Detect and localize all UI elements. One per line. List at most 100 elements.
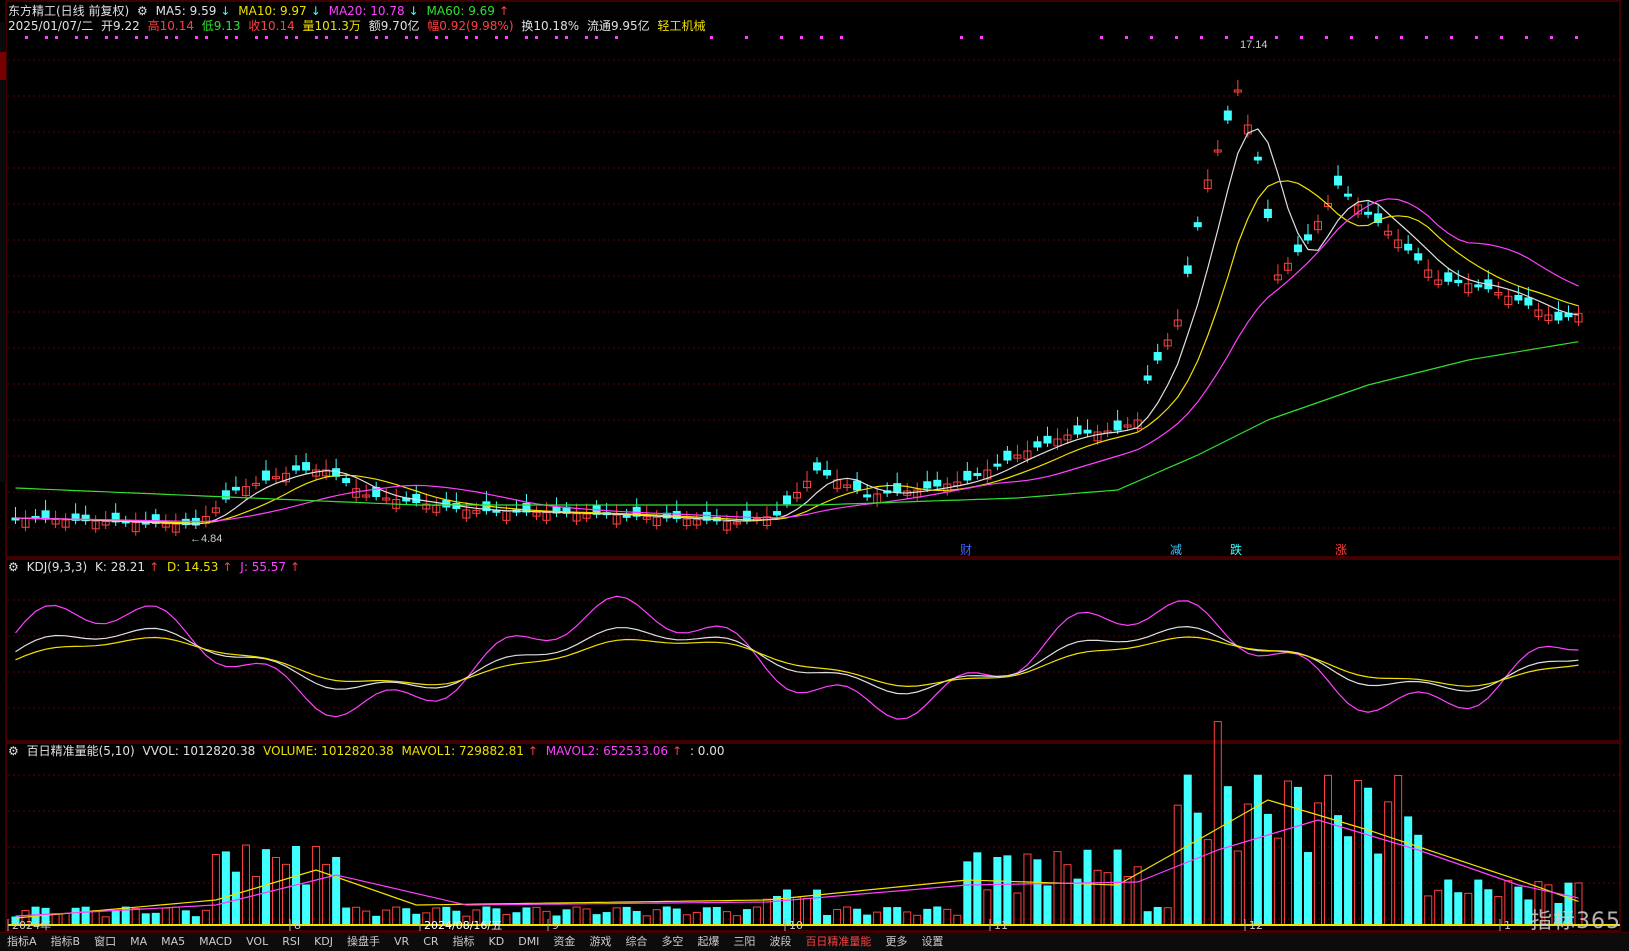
bottom-indicator-tabs[interactable]: 指标A 指标B 窗口 MA MA5 MACD VOL RSI KDJ 操盘手 VR CR 指标 KD DMI… — [0, 932, 1629, 951]
bottom-tab[interactable]: 波段 — [762, 933, 798, 951]
bottom-tab[interactable]: RSI — [275, 933, 307, 951]
ma10-label: MA10: 9.97 — [238, 4, 307, 18]
candle-body — [1404, 243, 1413, 251]
bottom-tab[interactable]: 游戏 — [582, 933, 618, 951]
signal-dot — [1275, 36, 1278, 39]
bottom-tab[interactable]: 指标 — [446, 933, 482, 951]
bottom-tab[interactable]: MA — [123, 933, 154, 951]
candle-body — [1454, 279, 1463, 283]
bottom-tab[interactable]: 指标A — [0, 933, 44, 951]
kdj-name[interactable]: KDJ(9,3,3) — [27, 560, 88, 574]
settings-icon[interactable]: ⚙ — [8, 744, 19, 758]
volume-bar — [161, 907, 170, 926]
quote-open: 开9.22 — [101, 19, 140, 33]
bottom-tab[interactable]: 操盘手 — [340, 933, 387, 951]
high-price-label: 17.14 — [1240, 39, 1268, 51]
bottom-tab[interactable]: 综合 — [618, 933, 654, 951]
left-sidebar[interactable] — [0, 22, 6, 482]
volume-bar — [913, 914, 922, 926]
bottom-tab[interactable]: VOL — [239, 933, 275, 951]
volume-bar — [803, 897, 812, 926]
main-header: 东方精工(日线 前复权) ⚙ MA5: 9.59 ↓ MA10: 9.97 ↓ MA… — [8, 4, 510, 18]
bottom-tab[interactable]: 窗口 — [87, 933, 123, 951]
candle-body — [1334, 175, 1343, 186]
signal-dot — [175, 36, 178, 39]
volume-bar — [662, 906, 671, 926]
volume-bar — [1324, 774, 1333, 926]
volume-bar — [722, 911, 731, 926]
bottom-tab[interactable]: 设置 — [914, 933, 950, 951]
bottom-tab[interactable]: 更多 — [878, 933, 914, 951]
candle-body — [963, 470, 972, 481]
candle-body — [1223, 110, 1232, 121]
volume-bar — [1233, 850, 1242, 926]
volume-bar — [502, 913, 511, 926]
volume-bar — [211, 853, 220, 926]
bottom-tab[interactable]: 多空 — [654, 933, 690, 951]
candle-body — [1253, 156, 1262, 161]
settings-icon[interactable]: ⚙ — [8, 560, 19, 574]
volume-bar — [1063, 864, 1072, 926]
volume-bar — [352, 906, 361, 926]
bottom-tab[interactable]: KDJ — [307, 933, 340, 951]
signal-dot — [445, 36, 448, 39]
sidebar-tab[interactable] — [0, 52, 6, 80]
signal-dot — [1425, 36, 1428, 39]
bottom-tab[interactable]: 指标B — [44, 933, 88, 951]
bottom-tab[interactable]: MA5 — [154, 933, 192, 951]
volume-bar — [231, 871, 240, 926]
volume-bar — [1053, 851, 1062, 926]
volume-bar — [1143, 911, 1152, 926]
volume-bar — [973, 852, 982, 926]
bottom-tab[interactable]: 资金 — [546, 933, 582, 951]
panel-frame — [5, 558, 1621, 742]
quote-high: 高10.14 — [147, 19, 194, 33]
kdj-d: D: 14.53 — [166, 560, 219, 574]
signal-dot — [165, 36, 168, 39]
volume-bar — [382, 909, 391, 926]
volume-bar — [1384, 801, 1393, 926]
candle-body — [1073, 425, 1082, 435]
bottom-tab[interactable]: 百日精准量能 — [798, 933, 878, 951]
settings-icon[interactable]: ⚙ — [137, 4, 148, 18]
bottom-tab[interactable]: CR — [416, 933, 445, 951]
volume-bar — [762, 898, 771, 926]
volume-bar — [532, 906, 541, 926]
candle-body — [622, 514, 631, 518]
volume-bar — [1494, 896, 1503, 926]
bottom-tab[interactable]: DMI — [511, 933, 546, 951]
kdj-k: K: 28.21 — [94, 560, 146, 574]
signal-dot — [465, 36, 468, 39]
volume-bar — [1364, 787, 1373, 926]
bottom-tab[interactable]: 三阳 — [726, 933, 762, 951]
signal-dot — [85, 36, 88, 39]
signal-dot — [1400, 36, 1403, 39]
time-axis-label: 11 — [994, 919, 1008, 932]
volume-bar — [1484, 889, 1493, 926]
candle-body — [782, 495, 791, 505]
candle-body — [41, 510, 50, 520]
volume-bar — [823, 914, 832, 926]
bottom-tab[interactable]: KD — [482, 933, 512, 951]
kdj-d-line — [15, 636, 1579, 688]
ma5-line — [15, 128, 1579, 525]
volume-bar — [91, 910, 100, 926]
quote-industry[interactable]: 轻工机械 — [658, 19, 706, 33]
volume-bar — [302, 884, 311, 926]
volume-bar — [201, 909, 210, 926]
bottom-tab[interactable]: 起爆 — [690, 933, 726, 951]
bottom-tab[interactable]: VR — [387, 933, 416, 951]
signal-dot — [1125, 36, 1128, 39]
page-title[interactable]: 东方精工(日线 前复权) — [8, 4, 129, 18]
volume-bar — [1013, 892, 1022, 926]
signal-dot — [565, 36, 568, 39]
volume-bar — [372, 915, 381, 926]
volume-name[interactable]: 百日精准量能(5,10) — [27, 744, 135, 758]
volume-bar — [271, 857, 281, 926]
stock-chart[interactable]: 17.14 ←4.84 财 减 跌 涨 2024年 8 2024/08/16/五 9 10 11 12 1 — [0, 0, 1629, 932]
bottom-tab[interactable]: MACD — [192, 933, 239, 951]
watermark-logo: 指标365 — [1530, 909, 1621, 934]
signal-dot — [1175, 36, 1178, 39]
signal-dot — [1575, 36, 1578, 39]
candle-body — [923, 481, 932, 489]
